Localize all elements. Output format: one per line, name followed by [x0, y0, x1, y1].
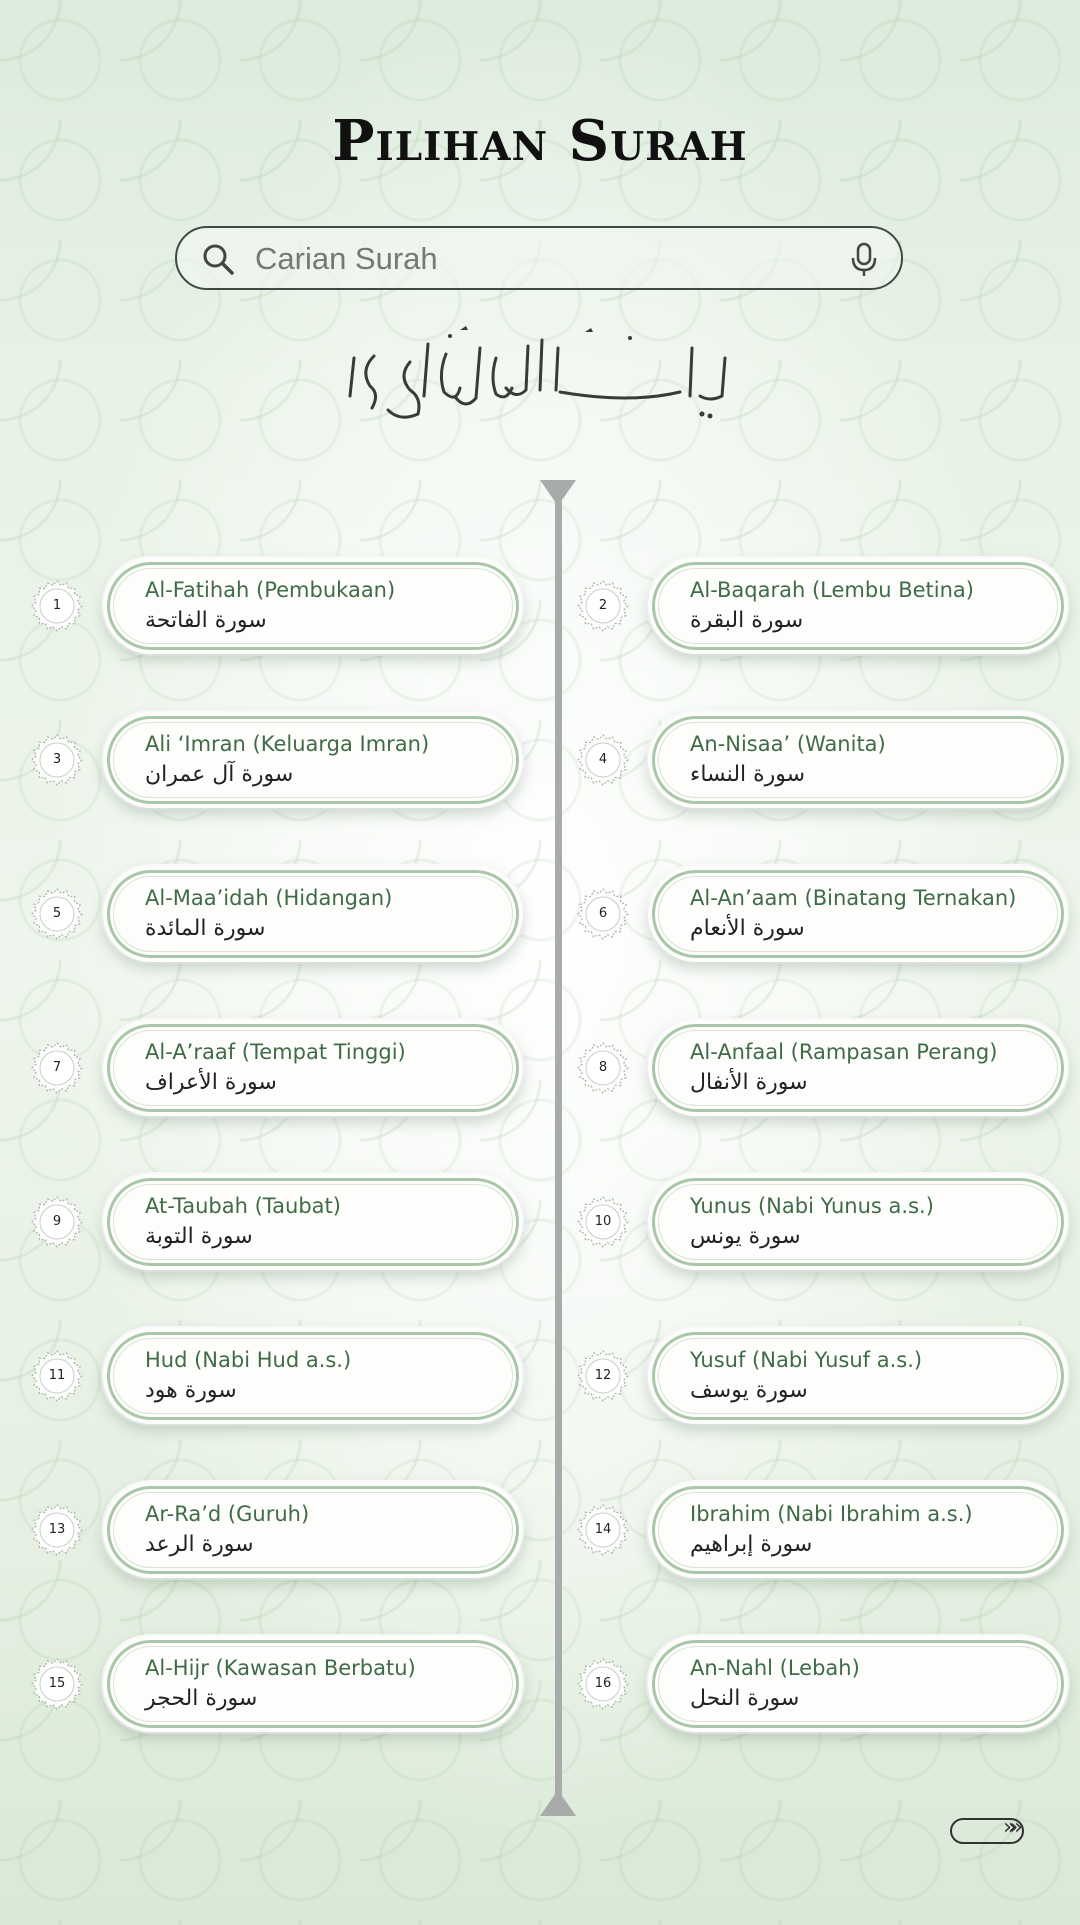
- surah-number-badge: 10: [577, 1196, 629, 1248]
- surah-arabic-name: سورة البقرة: [690, 608, 804, 633]
- next-page-button[interactable]: »»: [950, 1815, 1024, 1844]
- search-input[interactable]: [253, 238, 817, 280]
- surah-number: 7: [52, 1060, 62, 1075]
- surah-number-badge: 15: [31, 1658, 83, 1710]
- surah-name: An-Nisaa’ (Wanita): [690, 732, 886, 756]
- surah-card[interactable]: Al-Anfaal (Rampasan Perang) سورة الأنفال: [648, 1020, 1068, 1116]
- surah-arabic-name: سورة الفاتحة: [145, 608, 267, 633]
- surah-arabic-name: سورة التوبة: [145, 1224, 253, 1249]
- surah-number: 5: [52, 906, 62, 921]
- surah-number: 2: [598, 598, 608, 613]
- surah-arabic-name: سورة الحجر: [145, 1686, 258, 1711]
- surah-number-badge: 5: [31, 888, 83, 940]
- surah-name: Al-Maa’idah (Hidangan): [145, 886, 393, 910]
- surah-number-badge: 12: [577, 1350, 629, 1402]
- surah-card[interactable]: Al-Maa’idah (Hidangan) سورة المائدة: [103, 866, 523, 962]
- surah-card[interactable]: Al-Hijr (Kawasan Berbatu) سورة الحجر: [103, 1636, 523, 1732]
- surah-card[interactable]: Al-A’raaf (Tempat Tinggi) سورة الأعراف: [103, 1020, 523, 1116]
- surah-number: 16: [594, 1676, 612, 1691]
- surah-arabic-name: سورة يوسف: [690, 1378, 808, 1403]
- surah-arabic-name: سورة إبراهيم: [690, 1532, 813, 1557]
- surah-number: 14: [594, 1522, 612, 1537]
- surah-arabic-name: سورة الأنعام: [690, 916, 805, 941]
- surah-name: Yunus (Nabi Yunus a.s.): [690, 1194, 934, 1218]
- surah-number: 8: [598, 1060, 608, 1075]
- surah-name: Al-Hijr (Kawasan Berbatu): [145, 1656, 416, 1680]
- surah-arabic-name: سورة الأعراف: [145, 1070, 277, 1095]
- surah-card[interactable]: Yunus (Nabi Yunus a.s.) سورة يونس: [648, 1174, 1068, 1270]
- surah-card[interactable]: Ali ‘Imran (Keluarga Imran) سورة آل عمران: [103, 712, 523, 808]
- surah-number: 11: [48, 1368, 66, 1383]
- surah-name: Al-Baqarah (Lembu Betina): [690, 578, 974, 602]
- timeline-line: [555, 500, 562, 1800]
- surah-name: Hud (Nabi Hud a.s.): [145, 1348, 352, 1372]
- surah-number: 12: [594, 1368, 612, 1383]
- surah-number-badge: 1: [31, 580, 83, 632]
- surah-arabic-name: سورة الرعد: [145, 1532, 254, 1557]
- page-title: Pilihan Surah: [332, 108, 748, 174]
- surah-arabic-name: سورة النحل: [690, 1686, 800, 1711]
- timeline-arrow-bottom: [540, 1790, 576, 1816]
- surah-number-badge: 3: [31, 734, 83, 786]
- surah-card[interactable]: An-Nisaa’ (Wanita) سورة النساء: [648, 712, 1068, 808]
- surah-card[interactable]: Yusuf (Nabi Yusuf a.s.) سورة يوسف: [648, 1328, 1068, 1424]
- surah-number: 4: [598, 752, 608, 767]
- surah-name: At-Taubah (Taubat): [145, 1194, 341, 1218]
- surah-number: 1: [52, 598, 62, 613]
- surah-name: Ar-Ra’d (Guruh): [145, 1502, 310, 1526]
- surah-arabic-name: سورة الأنفال: [690, 1070, 808, 1095]
- surah-number-badge: 9: [31, 1196, 83, 1248]
- surah-number-badge: 4: [577, 734, 629, 786]
- surah-arabic-name: سورة المائدة: [145, 916, 266, 941]
- surah-name: An-Nahl (Lebah): [690, 1656, 860, 1680]
- surah-number: 10: [594, 1214, 612, 1229]
- surah-number: 9: [52, 1214, 62, 1229]
- surah-number-badge: 14: [577, 1504, 629, 1556]
- surah-number: 3: [52, 752, 62, 767]
- surah-name: Al-Anfaal (Rampasan Perang): [690, 1040, 998, 1064]
- surah-number-badge: 13: [31, 1504, 83, 1556]
- mic-icon[interactable]: [849, 242, 879, 278]
- surah-name: Ibrahim (Nabi Ibrahim a.s.): [690, 1502, 973, 1526]
- surah-name: Al-An’aam (Binatang Ternakan): [690, 886, 1017, 910]
- search-bar[interactable]: [175, 226, 903, 290]
- surah-card[interactable]: An-Nahl (Lebah) سورة النحل: [648, 1636, 1068, 1732]
- surah-name: Al-A’raaf (Tempat Tinggi): [145, 1040, 406, 1064]
- surah-number: 6: [598, 906, 608, 921]
- double-chevron-right-icon: »»: [1003, 1815, 1023, 1840]
- surah-card[interactable]: At-Taubah (Taubat) سورة التوبة: [103, 1174, 523, 1270]
- surah-card[interactable]: Al-An’aam (Binatang Ternakan) سورة الأنعا…: [648, 866, 1068, 962]
- surah-name: Ali ‘Imran (Keluarga Imran): [145, 732, 430, 756]
- surah-number: 15: [48, 1676, 66, 1691]
- surah-name: Yusuf (Nabi Yusuf a.s.): [690, 1348, 923, 1372]
- surah-arabic-name: سورة هود: [145, 1378, 237, 1403]
- surah-number-badge: 11: [31, 1350, 83, 1402]
- surah-card[interactable]: Al-Baqarah (Lembu Betina) سورة البقرة: [648, 558, 1068, 654]
- surah-number-badge: 2: [577, 580, 629, 632]
- search-icon[interactable]: [201, 242, 235, 276]
- surah-number-badge: 8: [577, 1042, 629, 1094]
- surah-arabic-name: سورة النساء: [690, 762, 806, 787]
- surah-name: Al-Fatihah (Pembukaan): [145, 578, 396, 602]
- surah-number-badge: 6: [577, 888, 629, 940]
- basmala-calligraphy: [348, 326, 727, 419]
- surah-card[interactable]: Ibrahim (Nabi Ibrahim a.s.) سورة إبراهيم: [648, 1482, 1068, 1578]
- surah-card[interactable]: Ar-Ra’d (Guruh) سورة الرعد: [103, 1482, 523, 1578]
- surah-number: 13: [48, 1522, 66, 1537]
- surah-arabic-name: سورة يونس: [690, 1224, 801, 1249]
- surah-number-badge: 16: [577, 1658, 629, 1710]
- surah-card[interactable]: Hud (Nabi Hud a.s.) سورة هود: [103, 1328, 523, 1424]
- surah-card[interactable]: Al-Fatihah (Pembukaan) سورة الفاتحة: [103, 558, 523, 654]
- surah-number-badge: 7: [31, 1042, 83, 1094]
- surah-arabic-name: سورة آل عمران: [145, 762, 294, 787]
